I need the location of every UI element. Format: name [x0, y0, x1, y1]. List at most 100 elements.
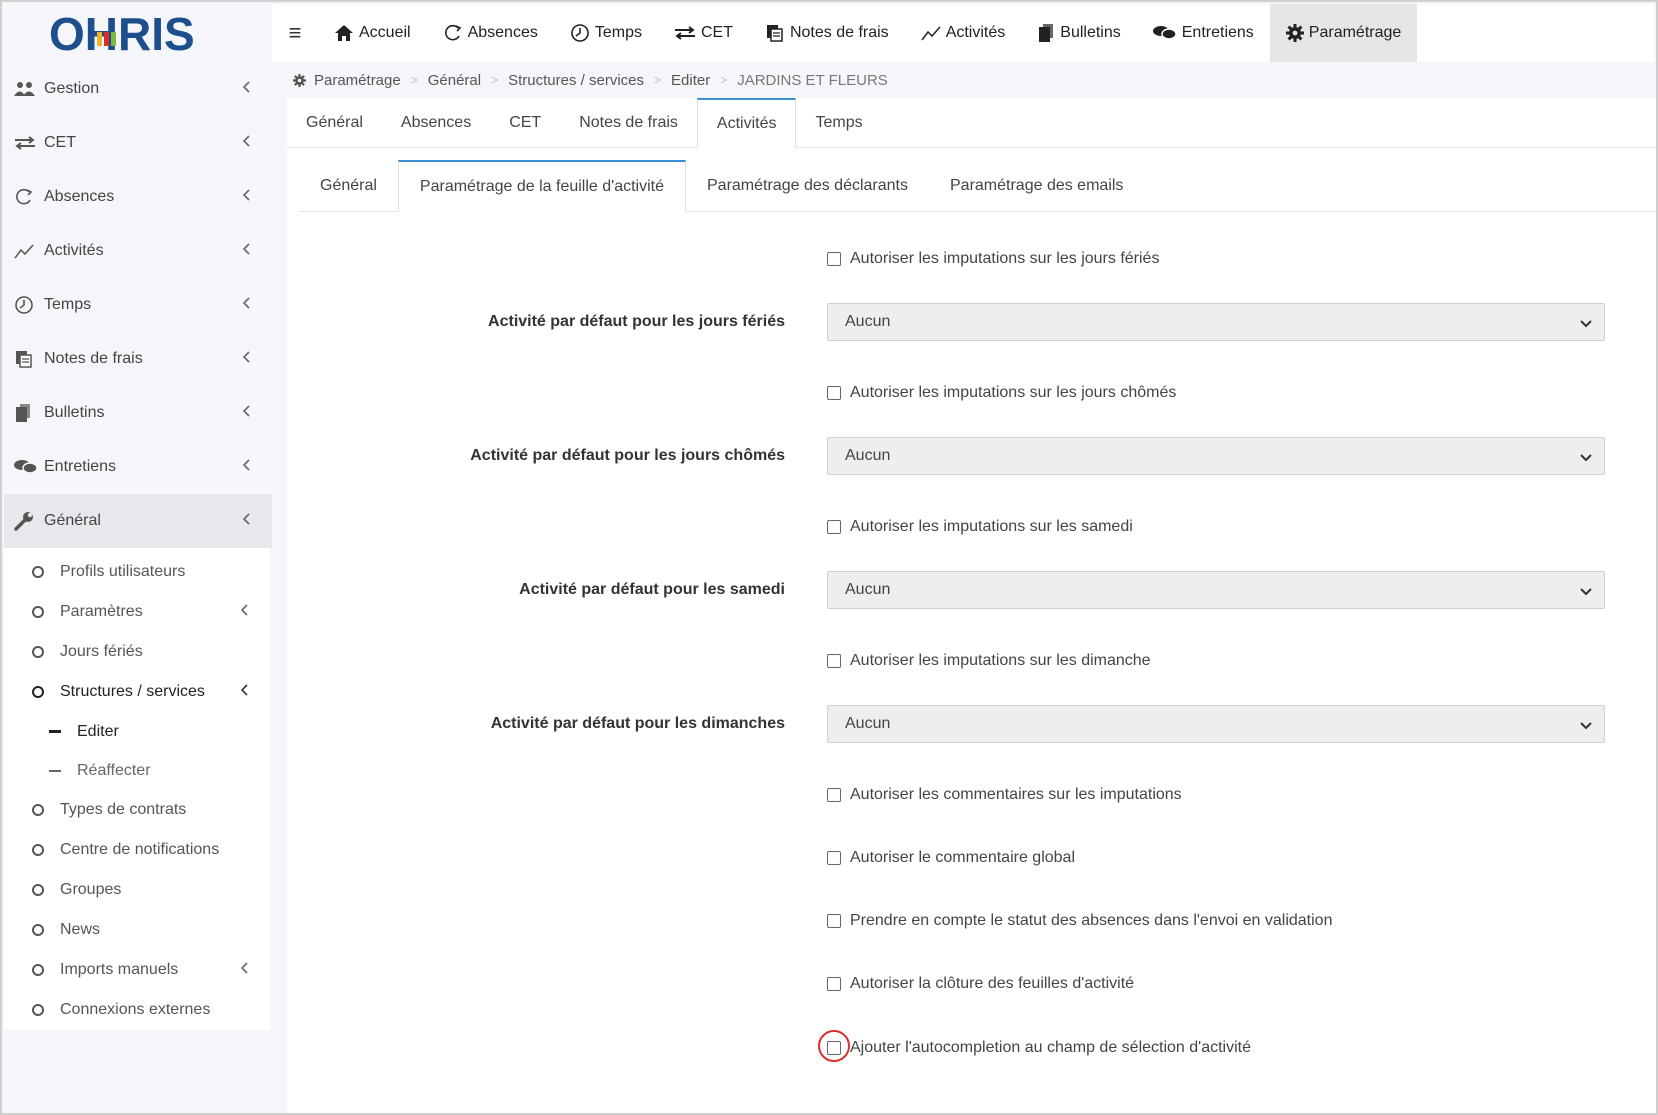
wrench-icon: [14, 511, 44, 531]
topnav-label: Notes de frais: [789, 24, 889, 41]
main-content: Paramétrage > Général > Structures / ser…: [272, 62, 1656, 1113]
topnav-label: Entretiens: [1181, 24, 1254, 41]
tab-activites[interactable]: Activités: [696, 98, 797, 148]
sidebar-subitem-label: Centre de notifications: [60, 841, 220, 858]
sidebar-subitem-label: Structures / services: [60, 683, 205, 700]
topnav-label: Absences: [467, 24, 538, 41]
select-label-chomes: Activité par défaut pour les jours chômé…: [470, 447, 785, 464]
topnav-cet[interactable]: CET: [658, 4, 749, 62]
sidebar-subitem-types-contrats[interactable]: Types de contrats: [4, 790, 270, 830]
sidebar-subitem-news[interactable]: News: [4, 910, 270, 950]
breadcrumb-editer[interactable]: Editer: [671, 72, 710, 89]
sidebar-item-bulletins[interactable]: Bulletins: [4, 386, 272, 440]
sidebar-subitem-profils[interactable]: Profils utilisateurs: [4, 552, 270, 592]
topnav-entretiens[interactable]: Entretiens: [1137, 4, 1270, 62]
sidebar-subitem-imports[interactable]: Imports manuels: [4, 950, 270, 990]
subtab-emails[interactable]: Paramétrage des emails: [929, 160, 1144, 212]
checkbox-label: Prendre en compte le statut des absences…: [850, 912, 1333, 929]
select-chomes[interactable]: Aucun: [827, 437, 1605, 475]
checkbox-row-cloture[interactable]: Autoriser la clôture des feuilles d'acti…: [827, 975, 1134, 993]
breadcrumb-structures[interactable]: Structures / services: [508, 72, 644, 89]
sidebar-subitem-connexions[interactable]: Connexions externes: [4, 990, 270, 1030]
tab-notes-de-frais[interactable]: Notes de frais: [560, 98, 697, 148]
topnav-accueil[interactable]: Accueil: [318, 4, 427, 62]
sidebar-item-entretiens[interactable]: Entretiens: [4, 440, 272, 494]
receipt-icon: [765, 24, 785, 42]
logo[interactable]: OHRIS: [4, 4, 272, 62]
sidebar-item-temps[interactable]: Temps: [4, 278, 272, 332]
sidebar-item-activites[interactable]: Activités: [4, 224, 272, 278]
tab-cet[interactable]: CET: [490, 98, 560, 148]
sidebar-item-notes-de-frais[interactable]: Notes de frais: [4, 332, 272, 386]
hamburger-menu-icon[interactable]: ≡: [272, 20, 318, 46]
checkbox-feries[interactable]: [827, 252, 841, 266]
gear-icon: [293, 73, 306, 87]
topnav-parametrage[interactable]: Paramétrage: [1269, 4, 1418, 62]
sidebar-subitem-editer[interactable]: Editer: [4, 712, 270, 751]
breadcrumb-parametrage[interactable]: Paramétrage: [314, 72, 401, 89]
tab-temps[interactable]: Temps: [796, 98, 881, 148]
receipt-icon: [14, 350, 44, 368]
sidebar-subitem-jours-feries[interactable]: Jours fériés: [4, 632, 270, 672]
checkbox-statut-absences[interactable]: [827, 914, 841, 928]
checkbox-row-statut-absences[interactable]: Prendre en compte le statut des absences…: [827, 912, 1332, 930]
topnav-temps[interactable]: Temps: [554, 4, 658, 62]
sidebar-subitem-reaffecter[interactable]: Réaffecter: [4, 751, 270, 790]
chevron-left-icon: [242, 80, 250, 98]
select-label-dimanche: Activité par défaut pour les dimanches: [490, 715, 785, 732]
checkbox-row-commentaires[interactable]: Autoriser les commentaires sur les imput…: [827, 786, 1182, 804]
sidebar-item-label: Gestion: [44, 80, 100, 97]
subtab-general[interactable]: Général: [299, 160, 398, 212]
ohris-logo-icon: OHRIS: [49, 10, 195, 56]
checkbox-dimanche[interactable]: [827, 654, 841, 668]
topnav-notes-de-frais[interactable]: Notes de frais: [749, 4, 905, 62]
sidebar-item-gestion[interactable]: Gestion: [4, 62, 272, 116]
tab-general[interactable]: Général: [287, 98, 382, 148]
chevron-left-icon: [242, 242, 250, 260]
topnav-bulletins[interactable]: Bulletins: [1021, 4, 1136, 62]
select-dimanche[interactable]: Aucun: [827, 705, 1605, 743]
topnav-activites[interactable]: Activités: [905, 4, 1022, 62]
checkbox-label: Autoriser les imputations sur les samedi: [850, 518, 1133, 535]
select-feries[interactable]: Aucun: [827, 303, 1605, 341]
top-navbar: ≡ Accueil Absences Temps CET Notes de fr…: [272, 4, 1654, 62]
select-samedi[interactable]: Aucun: [827, 571, 1605, 609]
circle-icon: [32, 1004, 44, 1016]
sidebar-subitem-groupes[interactable]: Groupes: [4, 870, 270, 910]
chevron-left-icon: [242, 404, 250, 422]
checkbox-commentaires[interactable]: [827, 788, 841, 802]
general-submenu: Profils utilisateurs Paramètres Jours fé…: [4, 548, 270, 1030]
sidebar-subitem-label: Groupes: [60, 881, 122, 898]
checkbox-row-commentaire-global[interactable]: Autoriser le commentaire global: [827, 849, 1075, 867]
checkbox-commentaire-global[interactable]: [827, 851, 841, 865]
checkbox-row-autocompletion[interactable]: Ajouter l'autocompletion au champ de sél…: [827, 1039, 1251, 1057]
sidebar-subitem-notifications[interactable]: Centre de notifications: [4, 830, 270, 870]
topnav-absences[interactable]: Absences: [427, 4, 554, 62]
checkbox-label: Autoriser les imputations sur les dimanc…: [850, 652, 1151, 669]
checkbox-row-dimanche[interactable]: Autoriser les imputations sur les dimanc…: [827, 652, 1151, 670]
sidebar-item-general[interactable]: Général: [4, 494, 272, 548]
checkbox-row-chomes[interactable]: Autoriser les imputations sur les jours …: [827, 384, 1176, 402]
checkbox-cloture[interactable]: [827, 977, 841, 991]
tab-absences[interactable]: Absences: [382, 98, 490, 148]
sidebar-item-label: Temps: [44, 296, 92, 313]
breadcrumb-general[interactable]: Général: [428, 72, 481, 89]
select-label-samedi: Activité par défaut pour les samedi: [519, 581, 785, 598]
topnav-label: Accueil: [359, 24, 411, 41]
circle-icon: [32, 884, 44, 896]
checkbox-label: Autoriser les commentaires sur les imput…: [850, 786, 1182, 803]
sidebar-item-cet[interactable]: CET: [4, 116, 272, 170]
checkbox-samedi[interactable]: [827, 520, 841, 534]
exchange-icon: [674, 26, 696, 40]
checkbox-chomes[interactable]: [827, 386, 841, 400]
sidebar-subitem-structures[interactable]: Structures / services: [4, 672, 270, 712]
sidebar-item-absences[interactable]: Absences: [4, 170, 272, 224]
subtab-feuille-activite[interactable]: Paramétrage de la feuille d'activité: [397, 160, 686, 212]
sidebar-subitem-label: Jours fériés: [60, 643, 143, 660]
sidebar-subitem-parametres[interactable]: Paramètres: [4, 592, 270, 632]
subtab-declarants[interactable]: Paramétrage des déclarants: [686, 160, 929, 212]
chevron-left-icon: [242, 188, 250, 206]
checkbox-row-feries[interactable]: Autoriser les imputations sur les jours …: [827, 250, 1159, 268]
checkbox-row-samedi[interactable]: Autoriser les imputations sur les samedi: [827, 518, 1133, 536]
exchange-icon: [14, 136, 44, 150]
